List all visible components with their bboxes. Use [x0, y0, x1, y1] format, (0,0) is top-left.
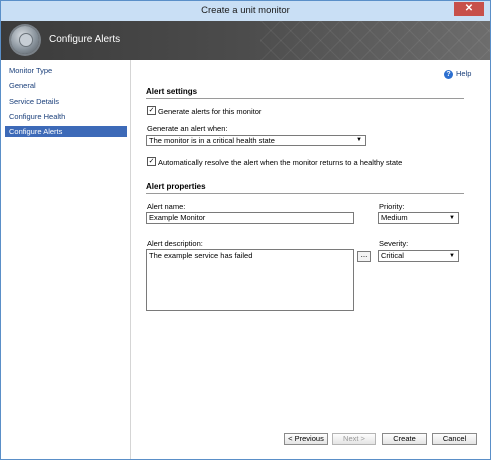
alert-properties-divider [146, 193, 464, 194]
priority-label: Priority: [379, 202, 405, 211]
close-button[interactable]: ✕ [454, 2, 484, 16]
severity-select[interactable]: Critical ▼ [378, 250, 459, 262]
severity-label: Severity: [379, 239, 409, 248]
alert-description-label: Alert description: [147, 239, 203, 248]
chevron-down-icon: ▼ [449, 253, 455, 259]
severity-value: Critical [381, 251, 404, 260]
next-button[interactable]: Next > [332, 433, 376, 445]
generate-when-value: The monitor is in a critical health stat… [149, 136, 275, 145]
generate-when-label: Generate an alert when: [147, 124, 228, 133]
wizard-banner: Configure Alerts [1, 21, 490, 60]
wizard-nav: Monitor Type General Service Details Con… [1, 60, 131, 459]
nav-item-configure-alerts[interactable]: Configure Alerts [5, 126, 127, 137]
cancel-button[interactable]: Cancel [432, 433, 477, 445]
nav-item-general[interactable]: General [5, 80, 127, 91]
banner-pattern [260, 21, 490, 60]
nav-item-configure-health[interactable]: Configure Health [5, 111, 127, 122]
alert-properties-heading: Alert properties [146, 182, 206, 191]
help-link[interactable]: ? Help [444, 69, 471, 79]
alert-name-input[interactable]: Example Monitor [146, 212, 354, 224]
window-title: Create a unit monitor [201, 5, 290, 16]
generate-alerts-label: Generate alerts for this monitor [158, 107, 262, 116]
help-label: Help [456, 69, 472, 78]
banner-heading: Configure Alerts [49, 34, 121, 45]
previous-button[interactable]: < Previous [284, 433, 328, 445]
monitor-wizard-icon [11, 26, 39, 54]
title-bar: Create a unit monitor ✕ [1, 1, 490, 21]
description-builder-button[interactable]: ... [357, 251, 371, 262]
generate-when-select[interactable]: The monitor is in a critical health stat… [146, 135, 366, 146]
alert-description-textarea[interactable]: The example service has failed [146, 249, 354, 311]
alert-settings-divider [146, 98, 464, 99]
dialog-window: Create a unit monitor ✕ Configure Alerts… [0, 0, 491, 460]
chevron-down-icon: ▼ [356, 137, 362, 143]
priority-select[interactable]: Medium ▼ [378, 212, 459, 224]
create-button[interactable]: Create [382, 433, 427, 445]
auto-resolve-label: Automatically resolve the alert when the… [158, 158, 403, 167]
priority-value: Medium [381, 213, 408, 222]
generate-alerts-checkbox[interactable]: ✓ [147, 106, 156, 115]
auto-resolve-checkbox[interactable]: ✓ [147, 157, 156, 166]
alert-settings-heading: Alert settings [146, 87, 198, 96]
help-icon: ? [444, 70, 453, 79]
nav-item-monitor-type[interactable]: Monitor Type [5, 65, 127, 76]
nav-item-service-details[interactable]: Service Details [5, 96, 127, 107]
alert-name-label: Alert name: [147, 202, 186, 211]
chevron-down-icon: ▼ [449, 215, 455, 221]
